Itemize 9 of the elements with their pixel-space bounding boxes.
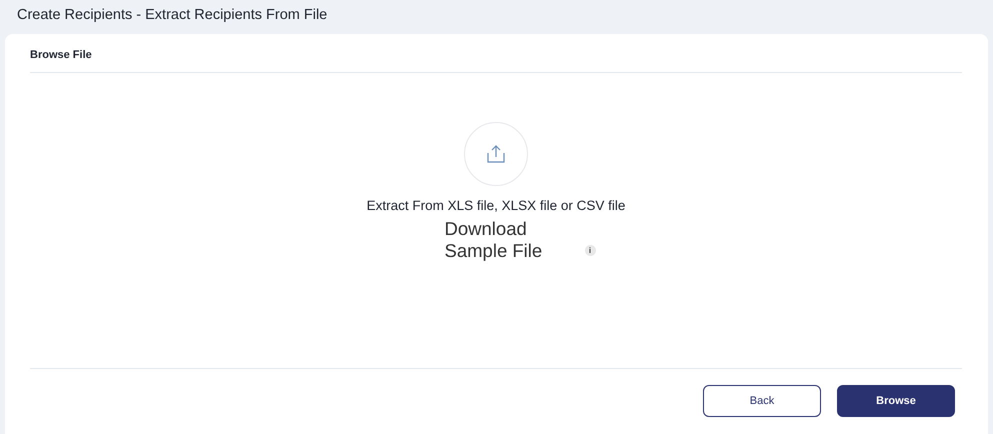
upload-instruction: Extract From XLS file, XLSX file or CSV file bbox=[366, 198, 626, 213]
card-title: Browse File bbox=[30, 34, 962, 73]
upload-icon bbox=[487, 145, 505, 163]
browse-button[interactable]: Browse bbox=[837, 385, 955, 417]
upload-button[interactable] bbox=[464, 122, 528, 186]
info-icon[interactable]: i bbox=[584, 245, 596, 256]
download-sample-link[interactable]: Download Sample File bbox=[444, 218, 544, 262]
back-button[interactable]: Back bbox=[703, 385, 821, 417]
page-title: Create Recipients - Extract Recipients From File bbox=[16, 6, 328, 25]
